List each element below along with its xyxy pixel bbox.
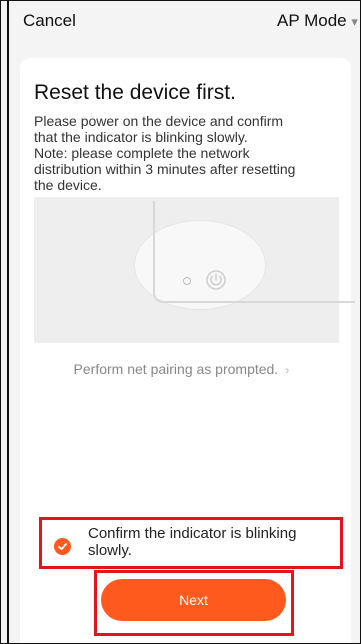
confirm-blinking-label: Confirm the indicator is blinking slowly… — [88, 525, 297, 559]
app-screen: Cancel AP Mode ▾ Reset the device first.… — [0, 0, 361, 644]
net-pairing-link[interactable]: Perform net pairing as prompted. › — [1, 361, 360, 377]
indicator-led-icon — [183, 277, 191, 285]
mode-label: AP Mode — [277, 11, 347, 30]
chevron-down-icon: ▾ — [351, 14, 358, 29]
next-button[interactable]: Next — [101, 579, 286, 621]
checkbox-checked-icon — [54, 538, 71, 555]
chevron-right-icon: › — [282, 363, 290, 377]
illustration-circle — [134, 201, 355, 310]
device-illustration — [34, 197, 355, 343]
instructions-line: Note: please complete the network — [34, 145, 250, 161]
instructions-text: Please power on the device and confirm t… — [34, 113, 349, 193]
top-navigation-bar: Cancel AP Mode ▾ — [1, 1, 360, 41]
left-edge-divider — [7, 1, 9, 643]
net-pairing-link-label: Perform net pairing as prompted. — [73, 361, 279, 377]
power-button-icon — [206, 270, 226, 290]
instructions-line: that the indicator is blinking slowly. — [34, 129, 248, 145]
device-outline — [153, 201, 355, 303]
instructions-line: Please power on the device and confirm — [34, 113, 284, 129]
confirm-blinking-checkbox[interactable]: Confirm the indicator is blinking slowly… — [39, 517, 343, 569]
page-title: Reset the device first. — [34, 81, 236, 104]
cancel-button[interactable]: Cancel — [23, 11, 76, 31]
mode-switch-button[interactable]: AP Mode ▾ — [277, 11, 358, 31]
instructions-line: the device. — [34, 177, 102, 193]
instructions-line: distribution within 3 minutes after rese… — [34, 161, 296, 177]
